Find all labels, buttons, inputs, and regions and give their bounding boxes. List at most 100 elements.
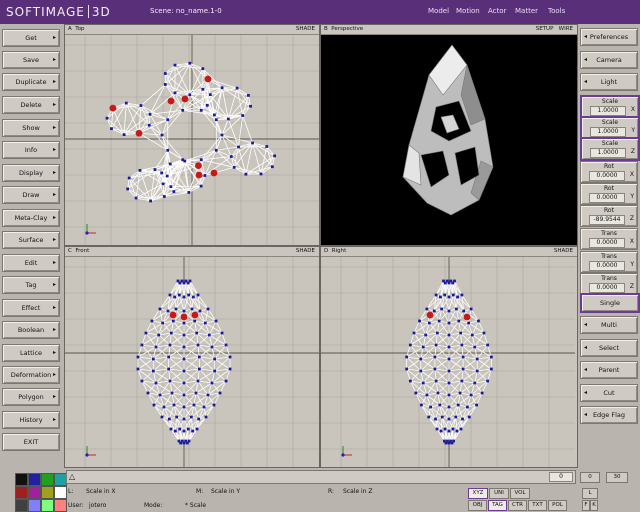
select-button[interactable]: Select ◂ [580, 339, 638, 357]
ctr-button[interactable]: CTR [508, 500, 527, 511]
field-label: Rot [604, 163, 614, 170]
single-button[interactable]: Single [580, 293, 640, 313]
wire-edge [428, 406, 431, 418]
f-button[interactable]: F [582, 500, 590, 511]
menu-get-button[interactable]: Get ▸ [2, 29, 60, 47]
pol-button[interactable]: POL [548, 500, 567, 511]
rot-y-field[interactable]: Rot 0.0000 Y [580, 183, 638, 205]
menu-polygon-button[interactable]: Polygon ▸ [2, 388, 60, 406]
play-icon[interactable]: △ [69, 471, 75, 483]
start-frame-field[interactable]: 0 [580, 472, 600, 483]
menu-duplicate-button[interactable]: Duplicate ▸ [2, 73, 60, 91]
viewport-top[interactable]: A Top SHADE [64, 24, 320, 246]
menu-save-button[interactable]: Save ▸ [2, 51, 60, 69]
menu-effect-button[interactable]: Effect ▸ [2, 299, 60, 317]
color-swatch[interactable] [28, 499, 41, 512]
menu-exit-button[interactable]: EXIT [2, 433, 60, 451]
color-swatch[interactable] [41, 473, 54, 486]
menu-edit-button[interactable]: Edit ▸ [2, 254, 60, 272]
camera-button[interactable]: Camera ◂ [580, 51, 638, 69]
shade-button[interactable]: SHADE [296, 247, 315, 256]
cut-button[interactable]: Cut ◂ [580, 384, 638, 402]
viewport-front[interactable]: C Front SHADE [64, 246, 320, 468]
menu-show-button[interactable]: Show ▸ [2, 119, 60, 137]
field-axis: X [630, 106, 635, 113]
color-swatch[interactable] [28, 486, 41, 499]
color-swatch[interactable] [15, 486, 28, 499]
obj-button[interactable]: OBJ [468, 500, 487, 511]
menu-info-button[interactable]: Info ▸ [2, 141, 60, 159]
color-swatch[interactable] [54, 499, 67, 512]
k-button[interactable]: K [590, 500, 598, 511]
module-model[interactable]: Model [428, 7, 449, 15]
txt-button[interactable]: TXT [528, 500, 547, 511]
light-button[interactable]: Light ◂ [580, 73, 638, 91]
end-frame-field[interactable]: 30 [606, 472, 628, 483]
field-value[interactable]: 1.0000 [590, 106, 626, 116]
rot-z-field[interactable]: Rot -89.9544 Z [580, 205, 638, 227]
trans-y-field[interactable]: Trans 0.0000 Y [580, 251, 638, 273]
color-swatch[interactable] [15, 473, 28, 486]
module-matter[interactable]: Matter [515, 7, 538, 15]
rot-x-field[interactable]: Rot 0.0000 X [580, 161, 638, 183]
field-value[interactable]: 1.0000 [590, 148, 626, 158]
shade-button[interactable]: SHADE [554, 247, 573, 256]
menu-lattice-button[interactable]: Lattice ▸ [2, 344, 60, 362]
menu-tag-button[interactable]: Tag ▸ [2, 276, 60, 294]
menu-display-button[interactable]: Display ▸ [2, 164, 60, 182]
multi-button[interactable]: Multi ◂ [580, 316, 638, 334]
menu-surface-button[interactable]: Surface ▸ [2, 231, 60, 249]
field-value[interactable]: -89.9544 [589, 215, 625, 225]
module-motion[interactable]: Motion [456, 7, 480, 15]
vertex [477, 319, 480, 323]
scale-z-field[interactable]: Scale 1.0000 Z [580, 137, 640, 161]
menu-meta-clay-button[interactable]: Meta-Clay ▸ [2, 209, 60, 227]
vertex [161, 182, 165, 186]
vertex [151, 357, 155, 361]
menu-draw-button[interactable]: Draw ▸ [2, 186, 60, 204]
vertex [460, 293, 464, 297]
trans-x-field[interactable]: Trans 0.0000 X [580, 228, 638, 250]
parent-button[interactable]: Parent ◂ [580, 361, 638, 379]
vol-button[interactable]: VOL [510, 488, 530, 499]
tag-button[interactable]: TAG [488, 500, 507, 511]
field-value[interactable]: 0.0000 [589, 171, 625, 181]
menu-boolean-button[interactable]: Boolean ▸ [2, 321, 60, 339]
preferences-button[interactable]: Preferences ◂ [580, 28, 638, 46]
setup-button[interactable]: SETUP [536, 26, 554, 32]
edge-flag-button[interactable]: Edge Flag ◂ [580, 406, 638, 424]
menu-history-button[interactable]: History ▸ [2, 411, 60, 429]
vertex [473, 381, 477, 385]
wire-edge [204, 166, 235, 176]
color-swatch[interactable] [41, 499, 54, 512]
module-tools[interactable]: Tools [548, 7, 565, 15]
vertex [165, 174, 169, 178]
frame-field[interactable]: 0 [549, 472, 573, 482]
m-label: M: [196, 488, 204, 495]
trans-z-field[interactable]: Trans 0.0000 Z [580, 273, 638, 295]
color-swatch[interactable] [54, 486, 67, 499]
field-value[interactable]: 0.0000 [589, 261, 625, 271]
color-swatch[interactable] [28, 473, 41, 486]
field-value[interactable]: 0.0000 [589, 193, 625, 203]
field-value[interactable]: 1.0000 [590, 127, 626, 137]
vertex [435, 427, 439, 431]
timeline-bar[interactable]: △ 0 [66, 470, 576, 484]
xyz-button[interactable]: XYZ [468, 488, 488, 499]
color-swatch[interactable] [15, 499, 28, 512]
uni-button[interactable]: UNI [489, 488, 509, 499]
vertex [439, 295, 442, 299]
tagged-vertex [426, 311, 434, 319]
menu-delete-button[interactable]: Delete ▸ [2, 96, 60, 114]
shade-button[interactable]: SHADE [296, 25, 315, 34]
l-button[interactable]: L [582, 488, 598, 499]
menu-deformation-button[interactable]: Deformation ▸ [2, 366, 60, 384]
field-value[interactable]: 0.0000 [589, 238, 625, 248]
field-value[interactable]: 0.0000 [589, 283, 625, 293]
module-actor[interactable]: Actor [488, 7, 506, 15]
wire-button[interactable]: WIRE [559, 26, 573, 32]
viewport-right[interactable]: D Right SHADE [320, 246, 578, 468]
vertex [434, 417, 437, 421]
color-swatch[interactable] [41, 486, 54, 499]
viewport-perspective[interactable]: B Perspective SETUP WIRE [320, 24, 578, 246]
